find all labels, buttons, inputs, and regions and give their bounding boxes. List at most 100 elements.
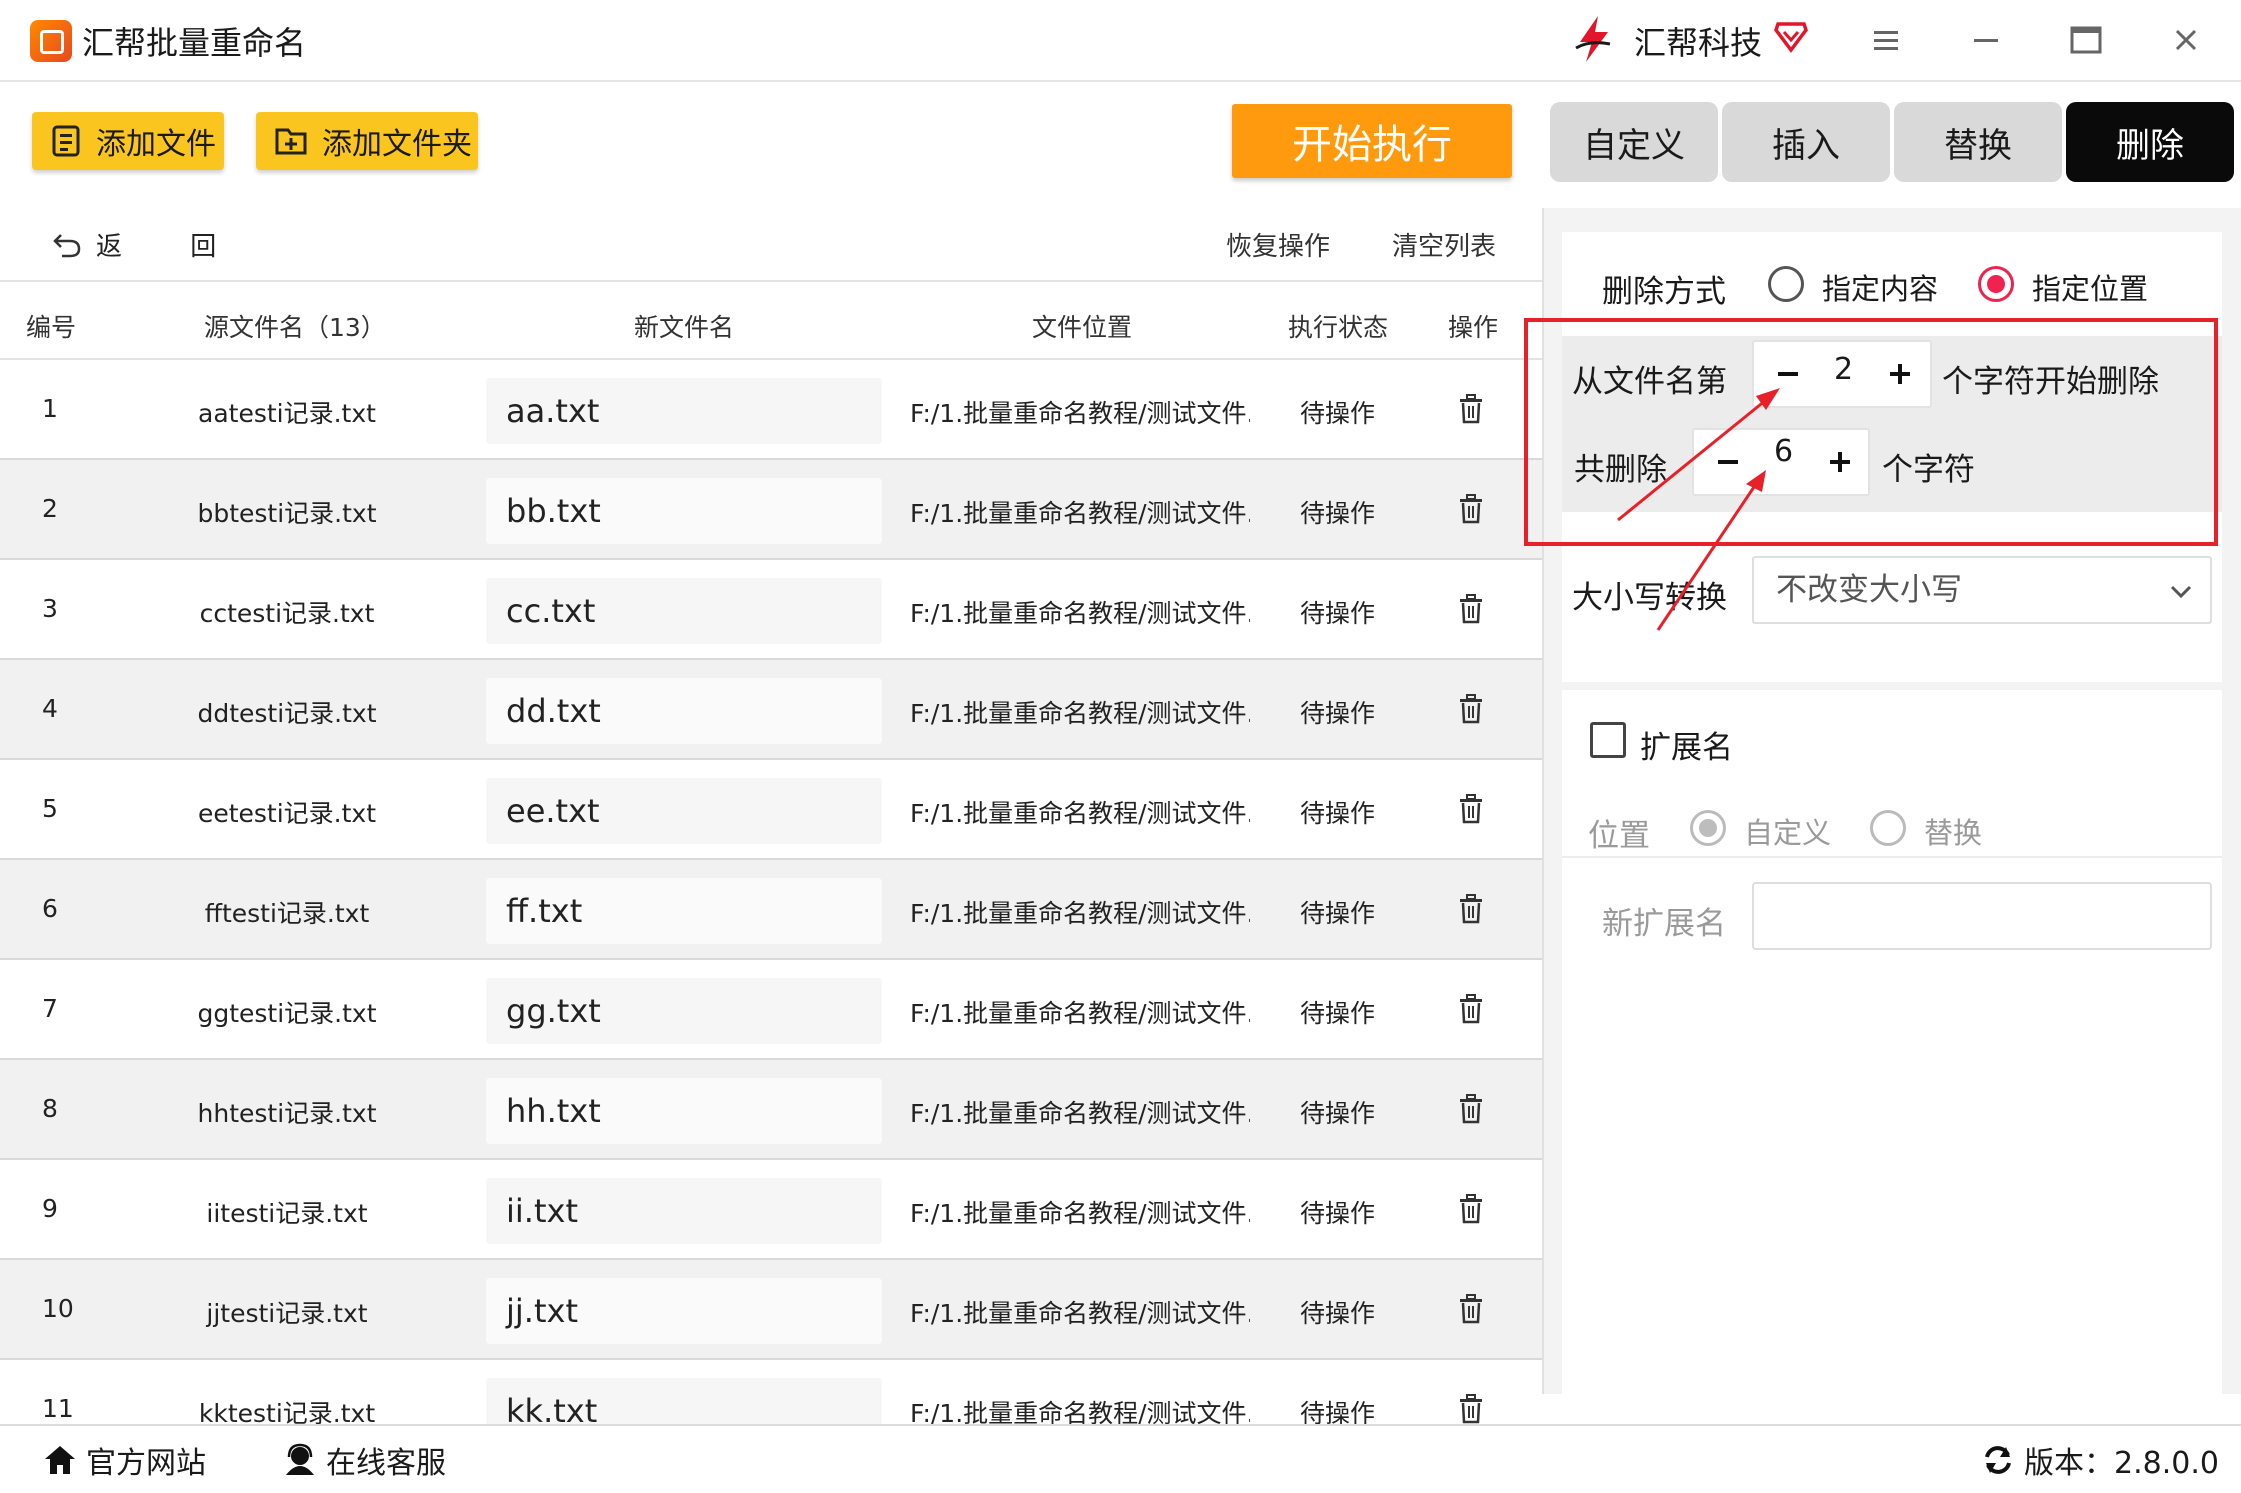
maximize-icon[interactable] [2064,18,2108,62]
row-source-name: ddtesti记录.txt [197,699,377,728]
position-label: 位置 [1588,818,1650,854]
trash-icon[interactable] [1458,594,1484,628]
tab-replace[interactable]: 替换 [1894,102,2062,182]
header-newname: 新文件名 [634,313,735,342]
file-table: 1 aatesti记录.txt aa.txt F:/1.批量重命名教程/测试文件...… [0,360,1542,1424]
radio-ext-replace[interactable] [1870,810,1906,846]
row-location: F:/1.批量重命名教程/测试文件... [910,899,1250,928]
website-link[interactable]: 官方网站 [42,1438,206,1482]
row-newname-field[interactable]: bb.txt [486,478,882,544]
row-newname-field[interactable]: hh.txt [486,1078,882,1144]
trash-icon[interactable] [1458,794,1484,828]
trash-icon[interactable] [1458,394,1484,428]
row-newname-field[interactable]: dd.txt [486,678,882,744]
row-source-name: kktesti记录.txt [198,1399,376,1424]
table-row[interactable]: 9 iitesti记录.txt ii.txt F:/1.批量重命名教程/测试文件...… [0,1160,1542,1260]
tab-custom[interactable]: 自定义 [1550,102,1718,182]
row-num: 3 [42,594,58,623]
radio-ext-custom[interactable] [1690,810,1726,846]
table-row[interactable]: 11 kktesti记录.txt kk.txt F:/1.批量重命名教程/测试文件..… [0,1360,1542,1424]
table-row[interactable]: 7 ggtesti记录.txt gg.txt F:/1.批量重命名教程/测试文件...… [0,960,1542,1060]
row-num: 4 [42,694,58,723]
row-num: 7 [42,994,58,1023]
diamond-badge-icon[interactable] [1772,16,1810,54]
row-status: 待操作 [1300,1099,1376,1128]
add-folder-label: 添加文件夹 [322,127,472,162]
option-content-label: 指定内容 [1822,272,1939,306]
minimize-icon[interactable] [1964,18,2008,62]
tab-delete[interactable]: 删除 [2066,102,2234,182]
trash-icon[interactable] [1458,694,1484,728]
support-link[interactable]: 在线客服 [282,1438,446,1482]
row-source-name: ggtesti记录.txt [197,999,377,1028]
table-row[interactable]: 5 eetesti记录.txt ee.txt F:/1.批量重命名教程/测试文件...… [0,760,1542,860]
row-newname-field[interactable]: ii.txt [486,1178,882,1244]
row-num: 2 [42,494,58,523]
ext-custom-label: 自定义 [1744,816,1832,850]
extension-checkbox[interactable] [1590,722,1626,758]
new-ext-label: 新扩展名 [1602,906,1726,942]
start-button[interactable]: 开始执行 [1232,104,1512,178]
row-num: 5 [42,794,58,823]
support-label: 在线客服 [326,1446,446,1481]
row-newname-field[interactable]: aa.txt [486,378,882,444]
table-row[interactable]: 1 aatesti记录.txt aa.txt F:/1.批量重命名教程/测试文件...… [0,360,1542,460]
headset-icon [286,1443,314,1475]
trash-icon[interactable] [1458,1094,1484,1128]
app-window: 汇帮批量重命名 汇帮科技 添加文件 添加文件夹 开始执行 自定义 插入 替换 删… [0,0,2241,1493]
table-row[interactable]: 10 jjtesti记录.txt jj.txt F:/1.批量重命名教程/测试文件..… [0,1260,1542,1360]
row-newname-field[interactable]: cc.txt [486,578,882,644]
home-icon [45,1446,75,1474]
case-select[interactable]: 不改变大小写 [1752,556,2212,624]
row-status: 待操作 [1300,699,1376,728]
table-row[interactable]: 8 hhtesti记录.txt hh.txt F:/1.批量重命名教程/测试文件...… [0,1060,1542,1160]
version-info[interactable]: 版本：2.8.0.0 [1980,1438,2219,1482]
row-status: 待操作 [1300,799,1376,828]
row-status: 待操作 [1300,1399,1376,1424]
table-row[interactable]: 6 fftesti记录.txt ff.txt F:/1.批量重命名教程/测试文件...… [0,860,1542,960]
app-logo-icon [30,20,72,62]
close-icon[interactable] [2164,18,2208,62]
new-ext-input[interactable] [1752,882,2212,950]
header-num: 编号 [26,313,77,342]
table-row[interactable]: 3 cctesti记录.txt cc.txt F:/1.批量重命名教程/测试文件...… [0,560,1542,660]
radio-position[interactable] [1978,266,2014,302]
row-status: 待操作 [1300,1299,1376,1328]
row-location: F:/1.批量重命名教程/测试文件... [910,399,1250,428]
back-button[interactable]: 返 回 [52,226,246,263]
row-num: 6 [42,894,58,923]
extension-settings-card [1562,690,2222,1394]
trash-icon[interactable] [1458,1394,1484,1424]
trash-icon[interactable] [1458,1294,1484,1328]
row-status: 待操作 [1300,499,1376,528]
add-folder-button[interactable]: 添加文件夹 [256,112,478,170]
row-newname-field[interactable]: gg.txt [486,978,882,1044]
trash-icon[interactable] [1458,1194,1484,1228]
radio-content[interactable] [1768,266,1804,302]
table-row[interactable]: 2 bbtesti记录.txt bb.txt F:/1.批量重命名教程/测试文件...… [0,460,1542,560]
row-newname-field[interactable]: ff.txt [486,878,882,944]
add-folder-icon [275,128,307,155]
row-location: F:/1.批量重命名教程/测试文件... [910,699,1250,728]
row-newname-field[interactable]: ee.txt [486,778,882,844]
brand-logo-icon [1575,16,1611,62]
row-location: F:/1.批量重命名教程/测试文件... [910,999,1250,1028]
add-file-button[interactable]: 添加文件 [32,112,224,170]
row-source-name: eetesti记录.txt [197,799,377,828]
restore-button[interactable]: 恢复操作 [1226,226,1330,263]
row-status: 待操作 [1300,899,1376,928]
row-status: 待操作 [1300,1199,1376,1228]
row-source-name: aatesti记录.txt [198,399,376,428]
row-num: 1 [42,394,58,423]
menu-icon[interactable] [1864,18,1908,62]
clear-list-button[interactable]: 清空列表 [1392,226,1496,263]
row-source-name: cctesti记录.txt [199,599,375,628]
tab-insert[interactable]: 插入 [1722,102,1890,182]
row-location: F:/1.批量重命名教程/测试文件... [910,1399,1250,1424]
table-row[interactable]: 4 ddtesti记录.txt dd.txt F:/1.批量重命名教程/测试文件...… [0,660,1542,760]
trash-icon[interactable] [1458,994,1484,1028]
row-newname-field[interactable]: jj.txt [486,1278,882,1344]
trash-icon[interactable] [1458,894,1484,928]
row-newname-field[interactable]: kk.txt [486,1378,882,1424]
trash-icon[interactable] [1458,494,1484,528]
